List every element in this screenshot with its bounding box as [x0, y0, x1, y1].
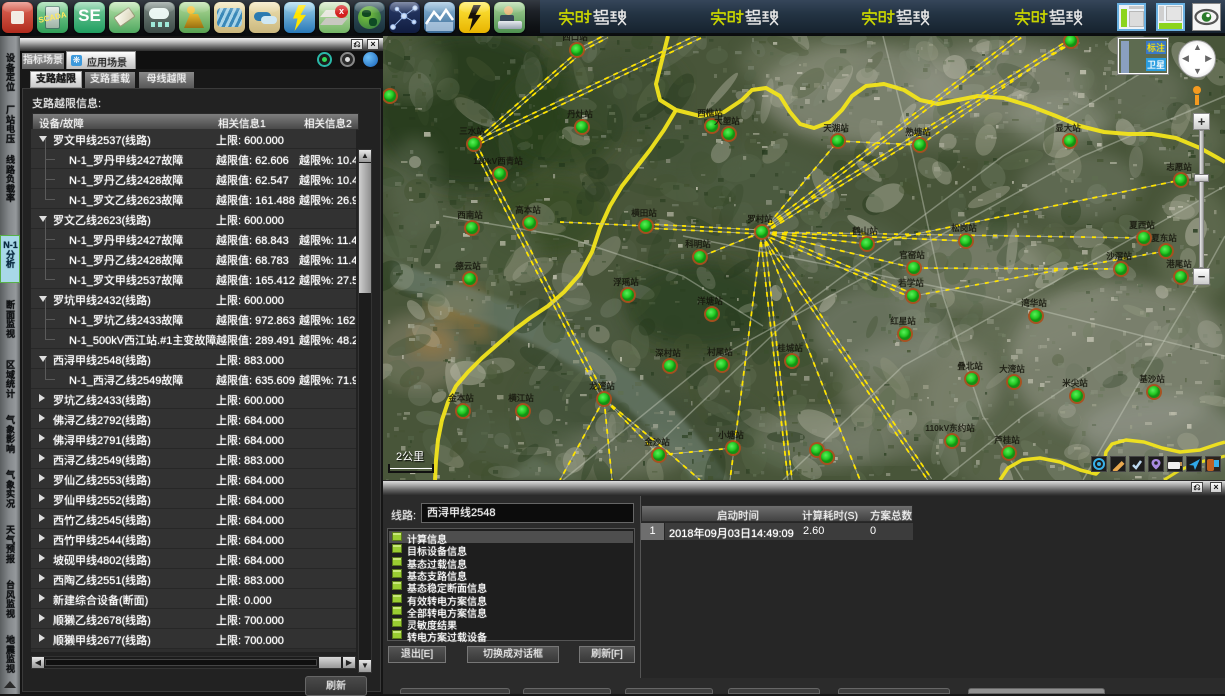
svg-text:横江站: 横江站 — [507, 393, 534, 403]
svg-text:若学站: 若学站 — [897, 278, 924, 288]
svg-text:金本站: 金本站 — [447, 393, 474, 403]
svg-text:西南站: 西南站 — [457, 210, 483, 220]
svg-text:村尾站: 村尾站 — [707, 347, 733, 357]
svg-text:德云站: 德云站 — [455, 261, 481, 271]
svg-text:米尖站: 米尖站 — [1062, 378, 1088, 388]
svg-text:高本站: 高本站 — [515, 205, 541, 215]
svg-text:丹灶站: 丹灶站 — [567, 109, 593, 119]
svg-text:芦桂站: 芦桂站 — [994, 435, 1020, 445]
svg-text:鹤山站: 鹤山站 — [852, 226, 878, 236]
svg-text:大塱站: 大塱站 — [714, 116, 740, 126]
svg-text:志愿站: 志愿站 — [1166, 162, 1192, 172]
svg-text:小塘站: 小塘站 — [717, 430, 744, 440]
svg-text:浮瑶站: 浮瑶站 — [613, 277, 639, 287]
svg-text:显大站: 显大站 — [1055, 123, 1081, 133]
svg-text:港尾站: 港尾站 — [1166, 259, 1192, 269]
svg-text:松岗站: 松岗站 — [951, 223, 977, 233]
svg-text:深村站: 深村站 — [655, 348, 681, 358]
svg-text:三水站: 三水站 — [459, 126, 485, 136]
svg-text:天湖站: 天湖站 — [823, 123, 849, 133]
svg-text:洋塘站: 洋塘站 — [697, 296, 723, 306]
svg-text:横田站: 横田站 — [630, 208, 657, 218]
svg-text:罗村站: 罗村站 — [747, 214, 773, 224]
svg-text:基沙站: 基沙站 — [1138, 374, 1165, 384]
svg-text:大湾站: 大湾站 — [999, 364, 1025, 374]
svg-text:西口站: 西口站 — [562, 36, 588, 42]
svg-text:110kV西青站: 110kV西青站 — [473, 156, 523, 166]
svg-text:熟塘站: 熟塘站 — [905, 127, 931, 137]
svg-text:龙湾站: 龙湾站 — [588, 381, 615, 391]
svg-text:红星站: 红星站 — [890, 316, 916, 326]
svg-text:沙滘站: 沙滘站 — [1106, 251, 1132, 261]
svg-text:科明站: 科明站 — [685, 239, 711, 249]
svg-text:夏西站: 夏西站 — [1128, 220, 1155, 230]
svg-text:叠北站: 叠北站 — [957, 361, 983, 371]
svg-text:湾华站: 湾华站 — [1021, 298, 1047, 308]
svg-text:夏东站: 夏东站 — [1150, 233, 1177, 243]
svg-text:桂城站: 桂城站 — [776, 343, 803, 353]
svg-text:金沙站: 金沙站 — [643, 437, 670, 447]
svg-text:官窑站: 官窑站 — [899, 250, 925, 260]
svg-text:110kV东约站: 110kV东约站 — [925, 423, 975, 433]
